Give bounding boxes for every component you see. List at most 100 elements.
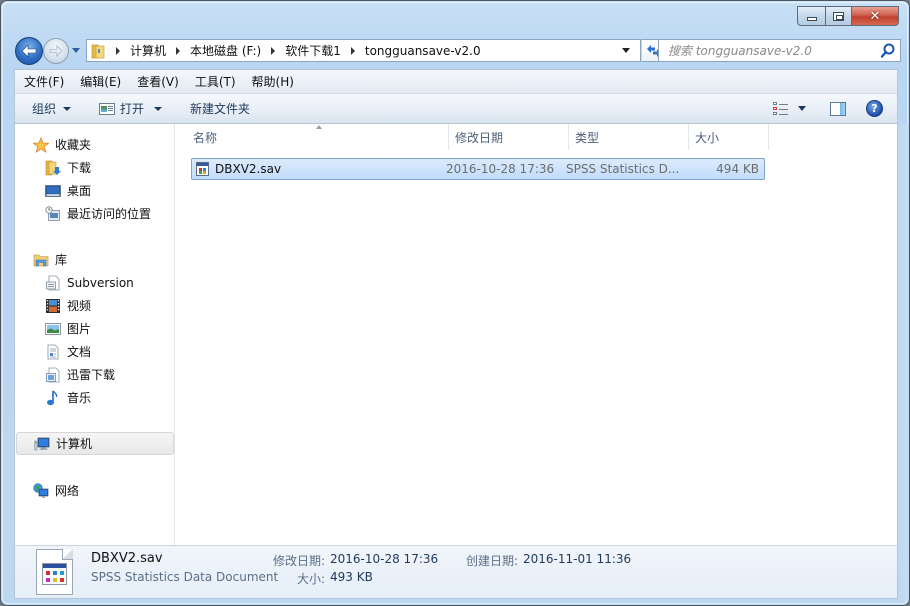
sidebar-item-label: 图片	[67, 322, 92, 336]
close-button[interactable]: ✕	[852, 6, 899, 26]
details-file-type: SPSS Statistics Data Document	[91, 570, 279, 584]
folder-icon	[91, 44, 105, 58]
breadcrumb-separator[interactable]	[271, 46, 276, 55]
menu-file[interactable]: 文件(F)	[24, 73, 64, 90]
chevron-down-icon	[63, 106, 72, 111]
details-pane: DBXV2.sav SPSS Statistics Data Document …	[14, 545, 898, 599]
subversion-library-icon	[46, 275, 60, 290]
new-folder-button[interactable]: 新建文件夹	[184, 97, 256, 121]
sidebar-item-desktop[interactable]: 桌面	[15, 179, 175, 202]
breadcrumb-separator[interactable]	[176, 46, 181, 55]
sidebar-item-videos[interactable]: 视频	[15, 294, 175, 317]
breadcrumb-separator[interactable]	[350, 46, 355, 55]
sidebar-item-label: 文档	[67, 345, 92, 359]
file-row[interactable]: DBXV2.sav 2016-10-28 17:36 SPSS Statisti…	[191, 158, 765, 180]
details-size-value: 493 KB	[330, 570, 373, 584]
preview-pane-toggle-icon[interactable]	[830, 101, 846, 116]
help-icon[interactable]: ?	[866, 100, 883, 117]
column-header-size[interactable]: 大小	[689, 124, 769, 150]
file-modified-cell: 2016-10-28 17:36	[446, 162, 555, 176]
sidebar-item-documents[interactable]: 文档	[15, 340, 175, 363]
chevron-down-icon	[154, 106, 163, 111]
organize-button[interactable]: 组织	[26, 97, 77, 121]
sidebar-item-label: 库	[55, 253, 68, 267]
file-type-cell: SPSS Statistics D...	[566, 162, 680, 176]
sidebar-item-downloads[interactable]: 下载	[15, 156, 175, 179]
sidebar-item-label: 最近访问的位置	[67, 207, 152, 221]
column-header-name[interactable]: 名称	[176, 124, 449, 150]
forward-button[interactable]	[43, 38, 69, 64]
address-bar[interactable]: 计算机 本地磁盘 (F:) 软件下载1 tongguansave-v2.0	[86, 39, 641, 62]
organize-label: 组织	[32, 102, 57, 116]
column-header-type[interactable]: 类型	[569, 124, 689, 150]
column-label: 名称	[193, 130, 218, 145]
sidebar-item-pictures[interactable]: 图片	[15, 317, 175, 340]
menu-tools[interactable]: 工具(T)	[195, 73, 236, 90]
video-library-icon	[46, 298, 60, 313]
computer-group: 计算机	[15, 432, 175, 455]
downloads-folder-icon	[45, 160, 61, 175]
breadcrumb-drive-f[interactable]: 本地磁盘 (F:)	[190, 42, 261, 59]
sidebar-item-music[interactable]: 音乐	[15, 386, 175, 409]
sidebar-item-label: 计算机	[56, 437, 93, 451]
details-size-label: 大小:	[297, 572, 326, 586]
sidebar-item-subversion[interactable]: Subversion	[15, 271, 175, 294]
music-library-icon	[47, 390, 58, 405]
sidebar-item-computer[interactable]: 计算机	[16, 432, 174, 455]
file-size-cell: 494 KB	[716, 162, 759, 176]
breadcrumb-software-downloads[interactable]: 软件下载1	[285, 42, 341, 59]
forward-arrow-icon	[49, 45, 63, 57]
search-input[interactable]: 搜索 tongguansave-v2.0	[658, 39, 901, 62]
sidebar-item-label: 音乐	[67, 391, 92, 405]
libraries-group: 库 Subversion 视频 图片 文档 迅雷下载 音乐	[15, 248, 175, 409]
back-button[interactable]	[15, 37, 43, 65]
column-header-modified[interactable]: 修改日期	[449, 124, 569, 150]
sidebar-item-label: 下载	[67, 161, 92, 175]
sidebar-item-favorites[interactable]: 收藏夹	[15, 133, 175, 156]
back-arrow-icon	[21, 44, 37, 58]
column-label: 类型	[575, 130, 600, 145]
sidebar-item-label: 网络	[55, 484, 80, 498]
minimize-button[interactable]	[797, 6, 825, 26]
sidebar-item-label: 收藏夹	[55, 138, 92, 152]
address-history-dropdown[interactable]	[612, 40, 640, 61]
sidebar-item-label: Subversion	[67, 275, 134, 290]
change-view-icon[interactable]	[773, 101, 789, 116]
documents-library-icon	[47, 344, 59, 359]
navigation-bar: 计算机 本地磁盘 (F:) 软件下载1 tongguansave-v2.0 搜索…	[15, 36, 901, 66]
menu-edit[interactable]: 编辑(E)	[80, 73, 121, 90]
close-icon: ✕	[869, 8, 881, 24]
maximize-icon	[833, 11, 844, 21]
libraries-icon	[33, 254, 49, 266]
sidebar-item-recent-places[interactable]: 最近访问的位置	[15, 202, 175, 225]
menu-view[interactable]: 查看(V)	[137, 73, 179, 90]
recent-pages-dropdown[interactable]	[72, 48, 80, 53]
menu-bar: 文件(F) 编辑(E) 查看(V) 工具(T) 帮助(H)	[14, 69, 898, 93]
search-icon[interactable]	[879, 42, 897, 60]
breadcrumb-computer[interactable]: 计算机	[130, 42, 166, 59]
new-folder-label: 新建文件夹	[190, 102, 251, 116]
computer-icon	[34, 437, 50, 450]
breadcrumb-current-folder[interactable]: tongguansave-v2.0	[365, 44, 481, 58]
view-options-dropdown[interactable]	[798, 106, 806, 111]
caption-buttons: ✕	[797, 6, 899, 26]
sidebar-item-libraries[interactable]: 库	[15, 248, 175, 271]
network-icon	[33, 482, 49, 498]
sidebar-item-network[interactable]: 网络	[15, 479, 175, 502]
menu-help[interactable]: 帮助(H)	[252, 73, 294, 90]
content-area: 收藏夹 下载 桌面 最近访问的位置 库 Subversion 视频 图片 文档 …	[14, 124, 898, 545]
open-program-icon	[99, 102, 116, 115]
recent-places-icon	[45, 205, 60, 221]
open-button[interactable]: 打开	[93, 97, 168, 121]
sidebar-item-xunlei-downloads[interactable]: 迅雷下载	[15, 363, 175, 386]
maximize-button[interactable]	[825, 6, 852, 26]
network-group: 网络	[15, 479, 175, 502]
details-modified-label: 修改日期:	[273, 554, 326, 568]
details-created-label: 创建日期:	[466, 554, 519, 568]
sav-file-icon	[196, 162, 209, 176]
breadcrumb-separator[interactable]	[116, 46, 120, 55]
view-controls: ?	[773, 94, 897, 123]
file-list-pane: 名称 修改日期 类型 大小 DBXV2.sav 2016-10-28 17:36	[176, 124, 897, 545]
explorer-window: ✕ 计算机 本地磁盘 (F:) 软件下载1 tongguansave-v2.0 …	[0, 0, 910, 606]
file-name-cell: DBXV2.sav	[192, 162, 446, 176]
